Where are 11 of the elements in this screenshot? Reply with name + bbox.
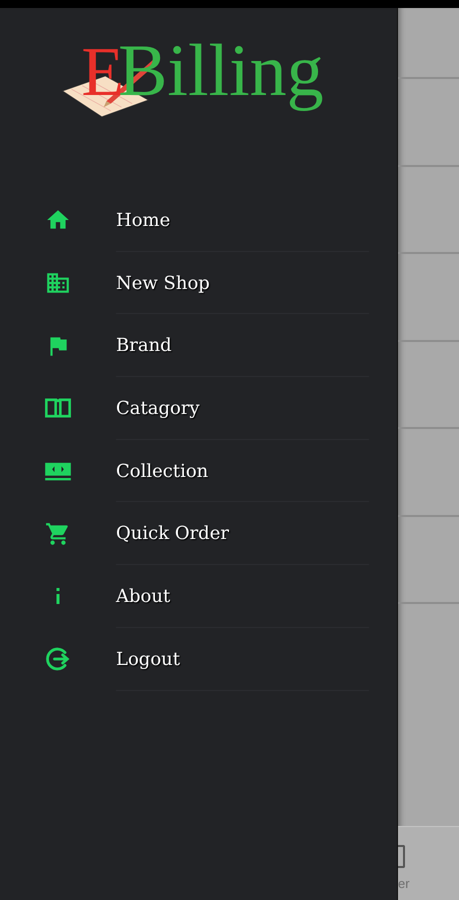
- menu-item[interactable]: New Shop: [116, 272, 210, 294]
- menu-item[interactable]: Logout: [116, 648, 180, 670]
- menu-item[interactable]: About: [116, 586, 170, 607]
- menu-item[interactable]: Catagory: [116, 398, 200, 419]
- logout-icon: [44, 645, 72, 674]
- menu-item[interactable]: Home: [116, 210, 170, 231]
- info-icon: [54, 586, 62, 606]
- menu-item[interactable]: Brand: [116, 335, 172, 356]
- menu-item[interactable]: Quick Order: [116, 523, 229, 544]
- nav-icon[interactable]: [398, 845, 405, 868]
- menu-item[interactable]: Collection: [116, 460, 208, 482]
